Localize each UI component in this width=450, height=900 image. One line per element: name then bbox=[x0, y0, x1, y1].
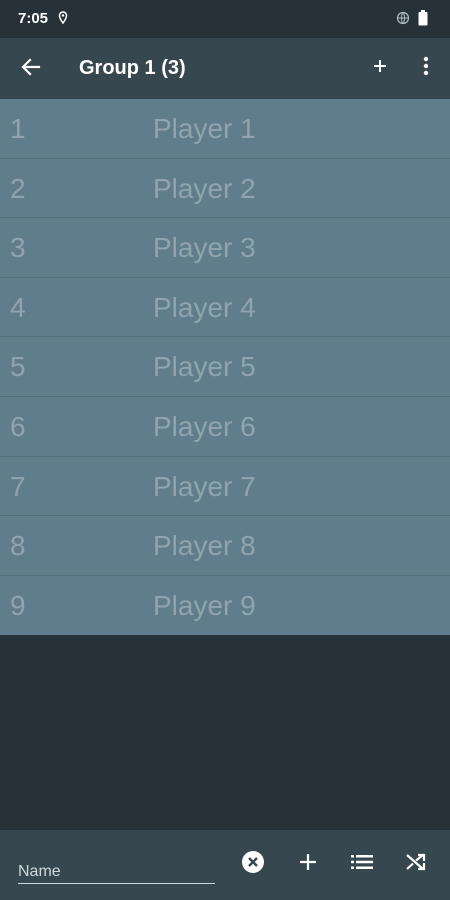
back-button[interactable] bbox=[16, 54, 46, 84]
player-name: Player 2 bbox=[153, 172, 256, 204]
list-item[interactable]: 8 Player 8 bbox=[0, 516, 450, 576]
player-name: Player 1 bbox=[153, 113, 256, 144]
player-number: 4 bbox=[10, 291, 26, 323]
player-name: Player 6 bbox=[153, 410, 256, 442]
shuffle-button[interactable] bbox=[402, 850, 430, 878]
list-item[interactable]: 7 Player 7 bbox=[0, 456, 450, 517]
player-name: Player 9 bbox=[153, 589, 256, 621]
player-name: Player 3 bbox=[153, 232, 256, 264]
player-number: 2 bbox=[10, 172, 26, 204]
player-number: 7 bbox=[10, 470, 26, 502]
player-number: 9 bbox=[10, 589, 26, 621]
list-view-button[interactable] bbox=[348, 850, 376, 878]
status-icons bbox=[396, 10, 428, 31]
name-input[interactable] bbox=[18, 856, 215, 884]
status-time: 7:05 bbox=[18, 10, 49, 27]
player-number: 5 bbox=[10, 351, 26, 383]
list-item[interactable]: 5 Player 5 bbox=[0, 337, 450, 397]
list-item[interactable]: 2 Player 2 bbox=[0, 158, 450, 219]
status-bar: 7:05 bbox=[0, 0, 450, 38]
list-item[interactable]: 3 Player 3 bbox=[0, 218, 450, 278]
page-title: Group 1 (3) bbox=[79, 57, 186, 79]
list-item[interactable]: 1 Player 1 bbox=[0, 99, 450, 159]
plus-icon bbox=[299, 853, 317, 876]
more-vert-icon bbox=[423, 56, 429, 81]
player-name: Player 8 bbox=[153, 530, 256, 562]
list-item[interactable]: 6 Player 6 bbox=[0, 396, 450, 457]
bottom-toolbar bbox=[0, 830, 450, 900]
battery-icon bbox=[418, 10, 428, 31]
player-number: 6 bbox=[10, 410, 26, 442]
clear-name-button[interactable] bbox=[239, 850, 267, 878]
location-icon bbox=[58, 11, 68, 30]
list-item[interactable]: 4 Player 4 bbox=[0, 277, 450, 338]
player-name: Player 5 bbox=[153, 351, 256, 383]
back-arrow-icon bbox=[21, 57, 41, 82]
player-number: 8 bbox=[10, 530, 26, 562]
globe-icon bbox=[396, 11, 410, 30]
player-name: Player 4 bbox=[153, 291, 256, 323]
player-list: 1 Player 1 2 Player 2 3 Player 3 4 Playe… bbox=[0, 99, 450, 636]
shuffle-icon bbox=[405, 852, 427, 877]
list-icon bbox=[351, 854, 373, 875]
player-number: 1 bbox=[10, 113, 26, 144]
clear-circle-icon bbox=[241, 850, 265, 879]
player-name: Player 7 bbox=[153, 470, 256, 502]
more-options-button[interactable] bbox=[414, 54, 438, 82]
app-bar: Group 1 (3) bbox=[0, 38, 450, 99]
add-player-button[interactable] bbox=[366, 54, 394, 82]
plus-icon bbox=[373, 59, 387, 78]
list-item[interactable]: 9 Player 9 bbox=[0, 575, 450, 636]
add-name-button[interactable] bbox=[294, 850, 322, 878]
player-number: 3 bbox=[10, 232, 26, 264]
